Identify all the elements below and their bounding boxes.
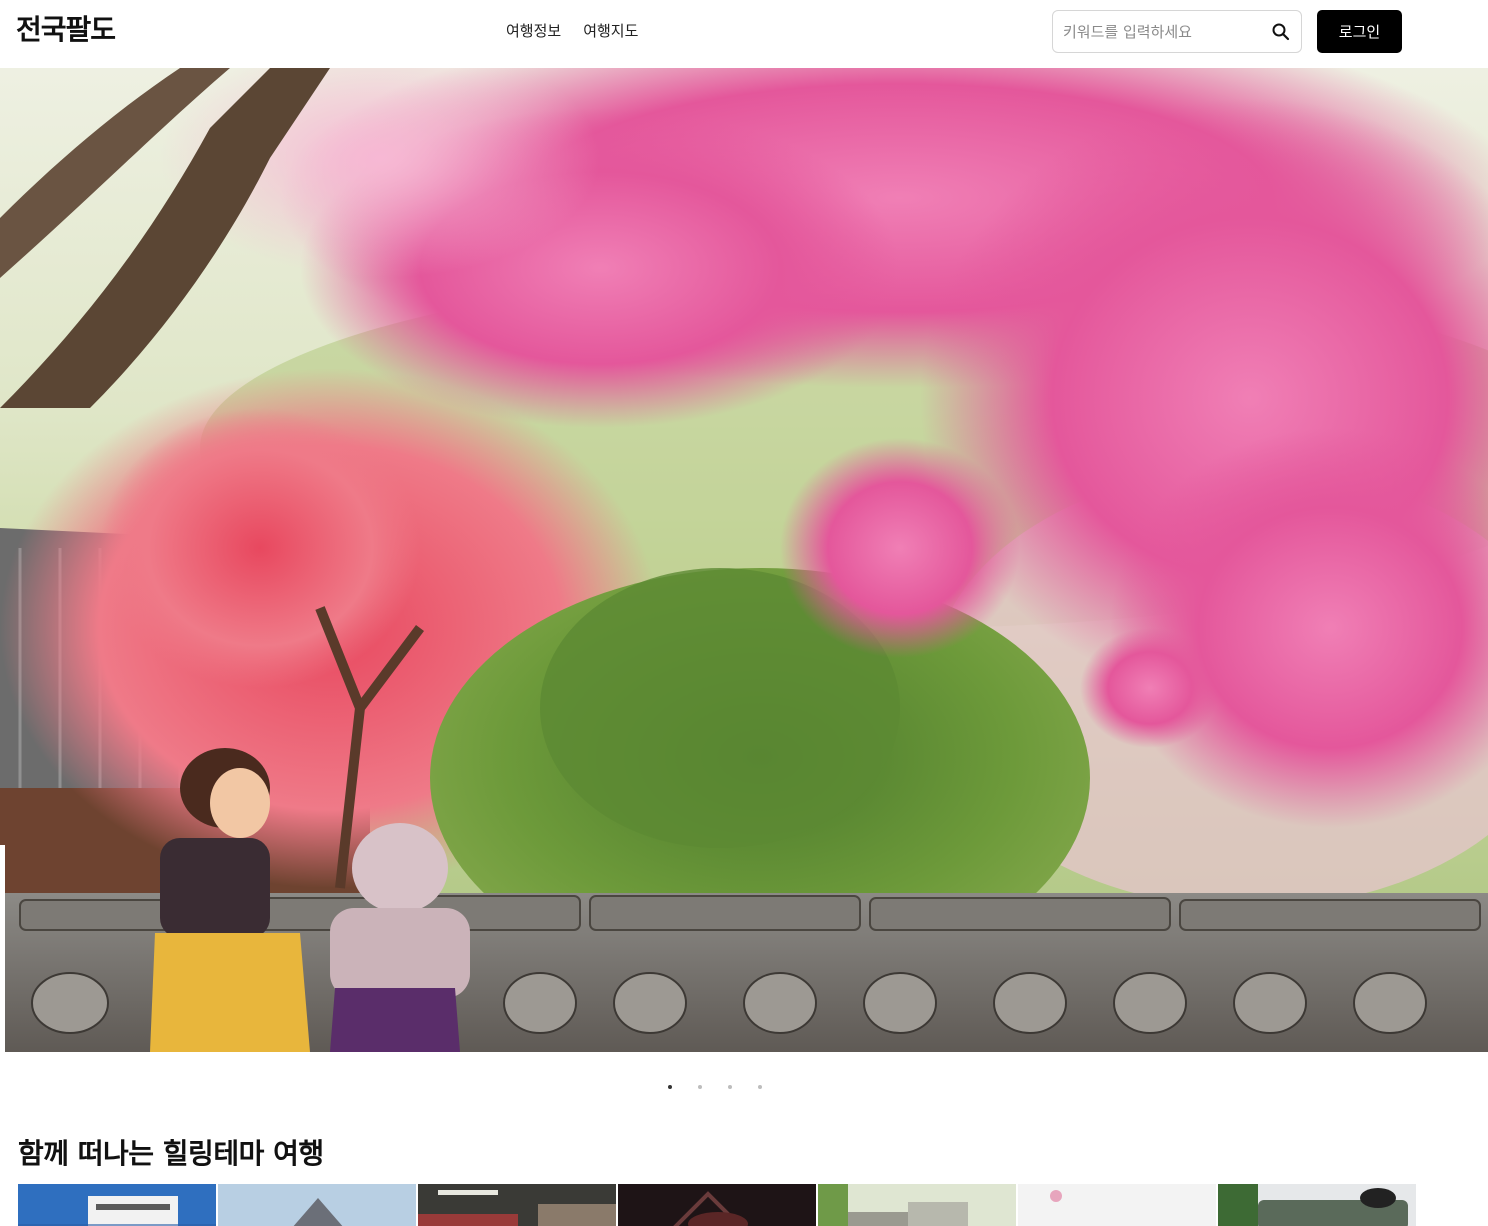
carousel-dot-3[interactable] bbox=[728, 1085, 732, 1089]
search-icon[interactable] bbox=[1271, 22, 1291, 42]
thumbnail-image bbox=[218, 1184, 416, 1226]
hero-banner[interactable] bbox=[0, 68, 1488, 1052]
nav-item-travel-info[interactable]: 여행정보 bbox=[506, 20, 561, 42]
thumbnail-image bbox=[18, 1184, 216, 1226]
theme-thumbnail-4[interactable] bbox=[618, 1184, 816, 1226]
thumbnail-image bbox=[818, 1184, 1016, 1226]
thumbnail-image bbox=[618, 1184, 816, 1226]
theme-thumbnail-3[interactable] bbox=[418, 1184, 616, 1226]
main-nav: 여행정보 여행지도 bbox=[506, 20, 638, 42]
theme-thumbnail-list bbox=[18, 1184, 1416, 1226]
carousel-dot-1[interactable] bbox=[668, 1085, 672, 1089]
theme-thumbnail-5[interactable] bbox=[818, 1184, 1016, 1226]
site-logo[interactable]: 전국팔도 bbox=[16, 12, 116, 48]
thumbnail-image bbox=[1018, 1184, 1216, 1226]
search-input[interactable] bbox=[1063, 11, 1263, 52]
hero-image bbox=[0, 68, 1488, 1052]
search-box bbox=[1052, 10, 1302, 53]
carousel-dot-4[interactable] bbox=[758, 1085, 762, 1089]
section-title: 함께 떠나는 힐링테마 여행 bbox=[18, 1137, 324, 1170]
carousel-dots bbox=[668, 1085, 762, 1089]
theme-thumbnail-6[interactable] bbox=[1018, 1184, 1216, 1226]
site-header: 전국팔도 여행정보 여행지도 로그인 bbox=[0, 0, 1488, 68]
thumbnail-image bbox=[418, 1184, 616, 1226]
nav-item-travel-map[interactable]: 여행지도 bbox=[583, 20, 638, 42]
carousel-dot-2[interactable] bbox=[698, 1085, 702, 1089]
login-button[interactable]: 로그인 bbox=[1317, 10, 1402, 53]
thumbnail-image bbox=[1218, 1184, 1416, 1226]
theme-thumbnail-7[interactable] bbox=[1218, 1184, 1416, 1226]
theme-thumbnail-1[interactable] bbox=[18, 1184, 216, 1226]
theme-thumbnail-2[interactable] bbox=[218, 1184, 416, 1226]
